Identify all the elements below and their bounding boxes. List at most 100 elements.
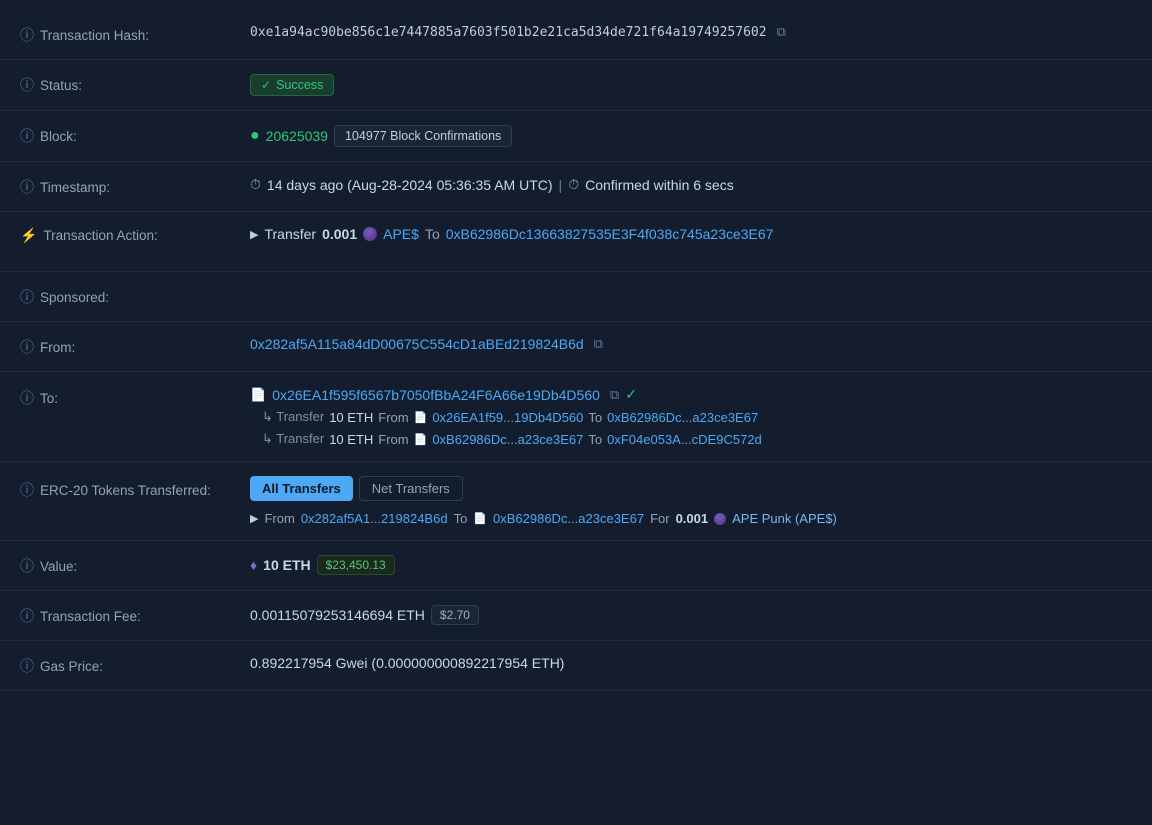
transaction-detail-page: ⓘ Transaction Hash: 0xe1a94ac90be856c1e7…: [0, 0, 1152, 701]
doc-icon-to: 📄: [250, 387, 266, 403]
label-sponsored-text: Sponsored:: [40, 290, 109, 305]
clock-icon: ⏱: [250, 176, 261, 193]
transfer-prefix-2: ↳ Transfer: [262, 431, 324, 447]
label-value-text: Value:: [40, 559, 77, 574]
erc-for-label: For: [650, 511, 670, 526]
erc-to-label: To: [454, 511, 468, 526]
label-to-text: To:: [40, 391, 58, 406]
label-fee-text: Transaction Fee:: [40, 609, 141, 624]
transfer-to-addr-1[interactable]: 0xB62986Dc...a23ce3E67: [607, 410, 758, 425]
question-icon-to: ⓘ: [20, 388, 34, 408]
label-tx-hash: ⓘ Transaction Hash:: [20, 24, 250, 45]
question-icon-block: ⓘ: [20, 126, 34, 146]
transfer-amount-2: 10 ETH: [329, 432, 373, 447]
transfer-from-label-1: From: [378, 410, 408, 425]
label-erc20-text: ERC-20 Tokens Transferred:: [40, 483, 211, 498]
label-action-text: Transaction Action:: [43, 228, 157, 243]
row-value: ⓘ Value: ♦ 10 ETH $23,450.13: [0, 541, 1152, 591]
transfer-to-label-1: To: [588, 410, 602, 425]
transfer-to-label-2: To: [588, 432, 602, 447]
row-action: ⚡ Transaction Action: ▶ Transfer 0.001 A…: [0, 212, 1152, 272]
question-icon-sponsored: ⓘ: [20, 287, 34, 307]
transfer-from-label-2: From: [378, 432, 408, 447]
erc20-transfer-row: ▶ From 0x282af5A1...219824B6d To 📄 0xB62…: [250, 511, 1132, 526]
question-icon-gas: ⓘ: [20, 656, 34, 676]
label-action: ⚡ Transaction Action:: [20, 226, 250, 244]
question-icon-status: ⓘ: [20, 75, 34, 95]
action-token-link[interactable]: APE$: [383, 226, 419, 242]
to-address-link[interactable]: 0x26EA1f595f6567b7050fBbA24F6A66e19Db4D5…: [272, 387, 600, 403]
doc-icon-2: 📄: [414, 433, 428, 446]
erc20-value-col: All Transfers Net Transfers ▶ From 0x282…: [250, 476, 1132, 526]
label-from: ⓘ From:: [20, 336, 250, 357]
label-tx-hash-text: Transaction Hash:: [40, 28, 149, 43]
tab-all-transfers[interactable]: All Transfers: [250, 476, 353, 501]
timestamp-separator: |: [559, 177, 563, 193]
label-block: ⓘ Block:: [20, 125, 250, 146]
action-transfer-label: Transfer: [264, 226, 316, 242]
value-gas: 0.892217954 Gwei (0.000000000892217954 E…: [250, 655, 1132, 671]
doc-icon-1: 📄: [414, 411, 428, 424]
value-fee: 0.00115079253146694 ETH $2.70: [250, 605, 1132, 625]
label-fee: ⓘ Transaction Fee:: [20, 605, 250, 626]
label-sponsored: ⓘ Sponsored:: [20, 286, 250, 307]
label-status-text: Status:: [40, 78, 82, 93]
row-fee: ⓘ Transaction Fee: 0.00115079253146694 E…: [0, 591, 1152, 641]
label-erc20: ⓘ ERC-20 Tokens Transferred:: [20, 476, 250, 500]
erc-from-address[interactable]: 0x282af5A1...219824B6d: [301, 511, 448, 526]
transfer-amount-1: 10 ETH: [329, 410, 373, 425]
question-icon-erc20: ⓘ: [20, 480, 34, 500]
erc-to-address[interactable]: 0xB62986Dc...a23ce3E67: [493, 511, 644, 526]
row-tx-hash: ⓘ Transaction Hash: 0xe1a94ac90be856c1e7…: [0, 10, 1152, 60]
block-number-link[interactable]: 20625039: [266, 128, 328, 144]
label-block-text: Block:: [40, 129, 77, 144]
action-to-address-link[interactable]: 0xB62986Dc13663827535E3F4f038c745a23ce3E…: [446, 226, 774, 242]
token-dot-icon: [363, 227, 377, 241]
question-icon-from: ⓘ: [20, 337, 34, 357]
erc-from-label: From: [264, 511, 294, 526]
question-icon-value: ⓘ: [20, 556, 34, 576]
row-timestamp: ⓘ Timestamp: ⏱ 14 days ago (Aug-28-2024 …: [0, 162, 1152, 212]
value-status: ✓ Success: [250, 74, 1132, 96]
row-status: ⓘ Status: ✓ Success: [0, 60, 1152, 111]
transfer-prefix-1: ↳ Transfer: [262, 409, 324, 425]
label-status: ⓘ Status:: [20, 74, 250, 95]
copy-from-icon[interactable]: ⧉: [594, 336, 603, 352]
fee-usd-badge: $2.70: [431, 605, 479, 625]
sub-transfer-1: ↳ Transfer 10 ETH From 📄 0x26EA1f59...19…: [250, 409, 762, 425]
status-badge-text: Success: [276, 78, 323, 92]
check-icon: ✓: [261, 78, 271, 92]
fee-eth: 0.00115079253146694 ETH: [250, 607, 425, 623]
label-gas-text: Gas Price:: [40, 659, 103, 674]
copy-to-icon[interactable]: ⧉: [610, 387, 619, 403]
value-eth: 10 ETH: [263, 557, 310, 573]
sub-transfer-2: ↳ Transfer 10 ETH From 📄 0xB62986Dc...a2…: [250, 431, 762, 447]
action-to-label: To: [425, 226, 440, 242]
transfer-to-addr-2[interactable]: 0xF04e053A...cDE9C572d: [607, 432, 762, 447]
question-icon-fee: ⓘ: [20, 606, 34, 626]
question-icon-timestamp: ⓘ: [20, 177, 34, 197]
copy-hash-icon[interactable]: ⧉: [777, 24, 786, 40]
erc-token-dot: [714, 513, 726, 525]
doc-icon-erc: 📄: [473, 512, 487, 525]
value-value: ♦ 10 ETH $23,450.13: [250, 555, 1132, 575]
action-arrow-icon: ▶: [250, 228, 258, 241]
value-from: 0x282af5A115a84dD00675C554cD1aBEd219824B…: [250, 336, 1132, 352]
clock-icon-2: ⏱: [568, 176, 579, 193]
from-address-link[interactable]: 0x282af5A115a84dD00675C554cD1aBEd219824B…: [250, 336, 584, 352]
transfer-from-addr-2[interactable]: 0xB62986Dc...a23ce3E67: [432, 432, 583, 447]
value-block: ● 20625039 104977 Block Confirmations: [250, 125, 1132, 147]
label-gas: ⓘ Gas Price:: [20, 655, 250, 676]
label-from-text: From:: [40, 340, 75, 355]
value-usd-badge: $23,450.13: [317, 555, 395, 575]
value-tx-hash: 0xe1a94ac90be856c1e7447885a7603f501b2e21…: [250, 24, 1132, 40]
erc-arrow-icon: ▶: [250, 512, 258, 525]
block-confirmations-badge: 104977 Block Confirmations: [334, 125, 512, 147]
transfer-from-addr-1[interactable]: 0x26EA1f59...19Db4D560: [432, 410, 583, 425]
tab-net-transfers[interactable]: Net Transfers: [359, 476, 463, 501]
eth-icon: ♦: [250, 557, 257, 573]
timestamp-confirmed: Confirmed within 6 secs: [585, 177, 734, 193]
label-timestamp: ⓘ Timestamp:: [20, 176, 250, 197]
erc-amount: 0.001: [676, 511, 709, 526]
block-dot-green: ●: [250, 127, 260, 145]
